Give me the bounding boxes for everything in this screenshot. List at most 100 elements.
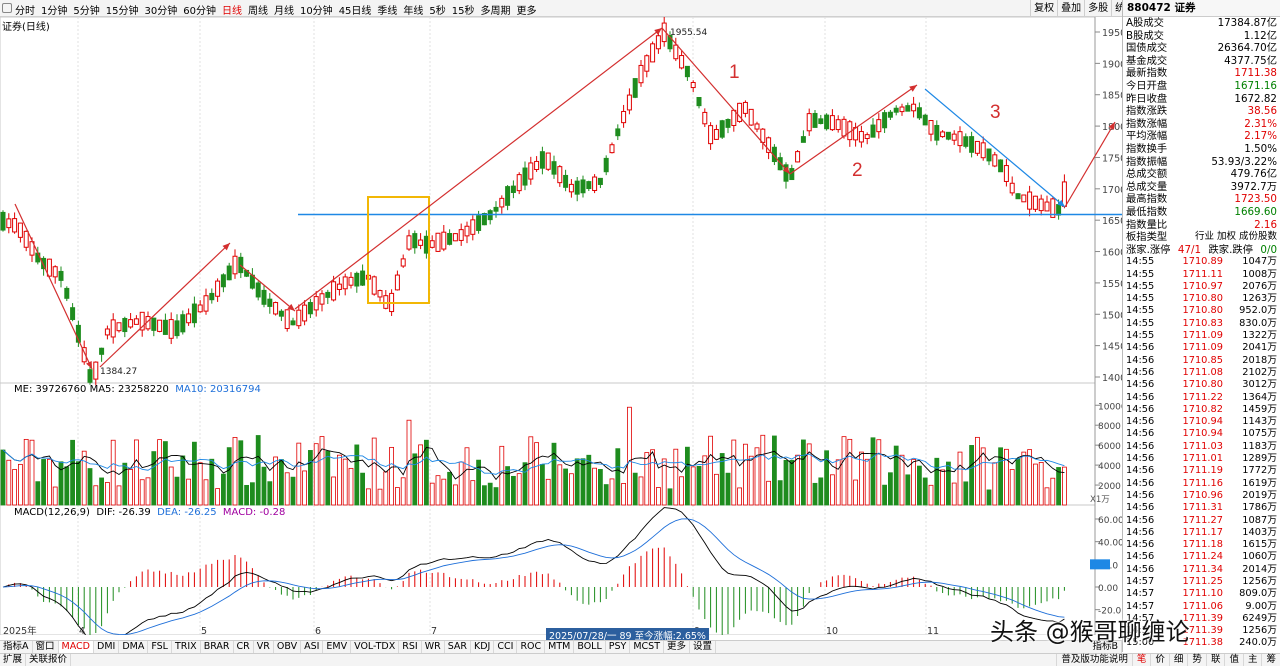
- indicator-tab-1[interactable]: 窗口: [33, 641, 59, 653]
- vol-tick-label: 10000: [1098, 402, 1122, 412]
- annotation-number: 1: [729, 62, 740, 83]
- status-button-2[interactable]: 细: [1168, 654, 1188, 666]
- kline-chart-area[interactable]: 1950190018501800175017001650160015501500…: [0, 17, 1122, 642]
- candle-body: [255, 282, 261, 298]
- period-13[interactable]: 5秒: [429, 2, 445, 16]
- period-0[interactable]: 分时: [15, 2, 35, 16]
- indicator-tab-14[interactable]: RSI: [399, 641, 422, 653]
- indicator-tab-5[interactable]: FSL: [148, 641, 172, 653]
- tool-button-0[interactable]: 复权: [1030, 0, 1057, 16]
- kline-svg[interactable]: 1950190018501800175017001650160015501500…: [0, 17, 1122, 635]
- tool-button-2[interactable]: 多股: [1084, 0, 1111, 16]
- candle-body: [951, 133, 957, 141]
- volume-bar: [296, 442, 302, 506]
- indicator-tab-3[interactable]: DMI: [94, 641, 120, 653]
- tick-list[interactable]: 14:55 1710.89 1047万 14:55 1711.11 1008万 14:55 1…: [1123, 256, 1280, 650]
- volume-bar: [64, 466, 70, 506]
- indicator-tab-4[interactable]: DMA: [119, 641, 149, 653]
- status-button-7[interactable]: 筹: [1261, 654, 1280, 666]
- indicator-tab-13[interactable]: VOL-TDX: [351, 641, 400, 653]
- period-10[interactable]: 45日线: [339, 2, 372, 16]
- tick-row: 14:56 1711.22 1364万: [1123, 392, 1280, 404]
- tick-price: 1711.25: [1182, 576, 1223, 587]
- period-5[interactable]: 60分钟: [183, 2, 216, 16]
- period-2[interactable]: 5分钟: [73, 2, 99, 16]
- panel-icon[interactable]: [2, 3, 12, 13]
- indicator-tab-23[interactable]: MCST: [630, 641, 665, 653]
- quote-row: 指数涨幅 2.31%: [1123, 118, 1280, 131]
- indicator-tab-18[interactable]: CCI: [494, 641, 518, 653]
- tick-volume: 1786万: [1242, 502, 1277, 514]
- volume-bar: [238, 440, 244, 506]
- tick-price: 1711.17: [1182, 526, 1223, 538]
- status-button-0[interactable]: 笔: [1131, 654, 1151, 666]
- indicator-tab-16[interactable]: SAR: [445, 641, 471, 653]
- volume-bar: [609, 478, 615, 506]
- volume-bar: [998, 447, 1003, 506]
- indicator-tab-20[interactable]: MTM: [545, 641, 575, 653]
- tick-time: 14:56: [1126, 354, 1155, 366]
- period-14[interactable]: 15秒: [452, 2, 475, 16]
- period-16[interactable]: 更多: [517, 2, 537, 16]
- period-4[interactable]: 30分钟: [144, 2, 177, 16]
- tick-time: 14:56: [1126, 526, 1155, 538]
- period-8[interactable]: 月线: [274, 2, 294, 16]
- period-12[interactable]: 年线: [403, 2, 423, 16]
- indicator-tab-9[interactable]: VR: [254, 641, 274, 653]
- volume-bar: [569, 473, 574, 506]
- period-6[interactable]: 日线: [222, 2, 242, 16]
- quote-value: 17384.87亿: [1217, 17, 1277, 29]
- indicator-tab-10[interactable]: OBV: [274, 641, 302, 653]
- volume-bar: [313, 443, 319, 506]
- tick-volume: 830.0万: [1239, 317, 1277, 329]
- indicator-tab-21[interactable]: BOLL: [574, 641, 606, 653]
- feature-desc-link[interactable]: 普及版功能说明: [1056, 654, 1132, 666]
- period-7[interactable]: 周线: [248, 2, 268, 16]
- indicator-tab-22[interactable]: PSY: [606, 641, 631, 653]
- candle-body: [563, 174, 569, 188]
- indicator-tab-17[interactable]: KDJ: [471, 641, 495, 653]
- indicator-tab-24[interactable]: 更多: [664, 641, 691, 653]
- volume-bar: [99, 477, 104, 506]
- quote-value: 1672.82: [1234, 92, 1277, 105]
- tick-price: 1711.03: [1182, 440, 1223, 452]
- indicator-tab-8[interactable]: CR: [234, 641, 254, 653]
- candle-body: [621, 110, 627, 124]
- tick-time: 14:55: [1126, 293, 1155, 305]
- volume-bar: [1009, 469, 1015, 506]
- status-button-6[interactable]: 主: [1242, 654, 1262, 666]
- status-button-1[interactable]: 价: [1150, 654, 1169, 666]
- indicator-tab-0[interactable]: 指标A: [0, 641, 33, 653]
- period-1[interactable]: 1分钟: [41, 2, 67, 16]
- candle-body: [133, 318, 139, 325]
- period-9[interactable]: 10分钟: [300, 2, 333, 16]
- tick-time: 14:57: [1126, 576, 1155, 587]
- indicator-tab-11[interactable]: ASI: [301, 641, 324, 653]
- candle-body: [580, 179, 586, 194]
- period-11[interactable]: 季线: [377, 2, 397, 16]
- status-left-1[interactable]: 关联报价: [26, 654, 72, 666]
- indicator-tab-6[interactable]: TRIX: [172, 641, 201, 653]
- indicator-tab-15[interactable]: WR: [422, 641, 445, 653]
- status-button-4[interactable]: 联: [1205, 654, 1225, 666]
- price-tick-label: 1450: [1102, 342, 1122, 353]
- tick-price: 1710.94: [1182, 428, 1223, 440]
- tick-time: 14:56: [1126, 428, 1155, 440]
- indicator-tab-7[interactable]: BRAR: [201, 641, 234, 653]
- indicator-tab-2[interactable]: MACD: [58, 641, 94, 653]
- volume-bar: [627, 406, 632, 506]
- status-left-0[interactable]: 扩展: [0, 654, 27, 666]
- status-button-3[interactable]: 势: [1187, 654, 1206, 666]
- indicator-tab-25[interactable]: 设置: [690, 641, 717, 653]
- volume-bar: [360, 472, 366, 506]
- period-15[interactable]: 多周期: [481, 2, 511, 16]
- indicator-tab-19[interactable]: ROC: [517, 641, 546, 653]
- quote-row: 指数涨跌 38.56: [1123, 105, 1280, 118]
- period-3[interactable]: 15分钟: [106, 2, 139, 16]
- indicator-tab-12[interactable]: EMV: [323, 641, 352, 653]
- volume-bar: [267, 481, 273, 506]
- tick-row: 14:55 1710.80 952.0万: [1123, 305, 1280, 317]
- tool-button-1[interactable]: 叠加: [1057, 0, 1084, 16]
- quote-row: 指数换手 1.50%: [1123, 143, 1280, 156]
- status-button-5[interactable]: 值: [1224, 654, 1243, 666]
